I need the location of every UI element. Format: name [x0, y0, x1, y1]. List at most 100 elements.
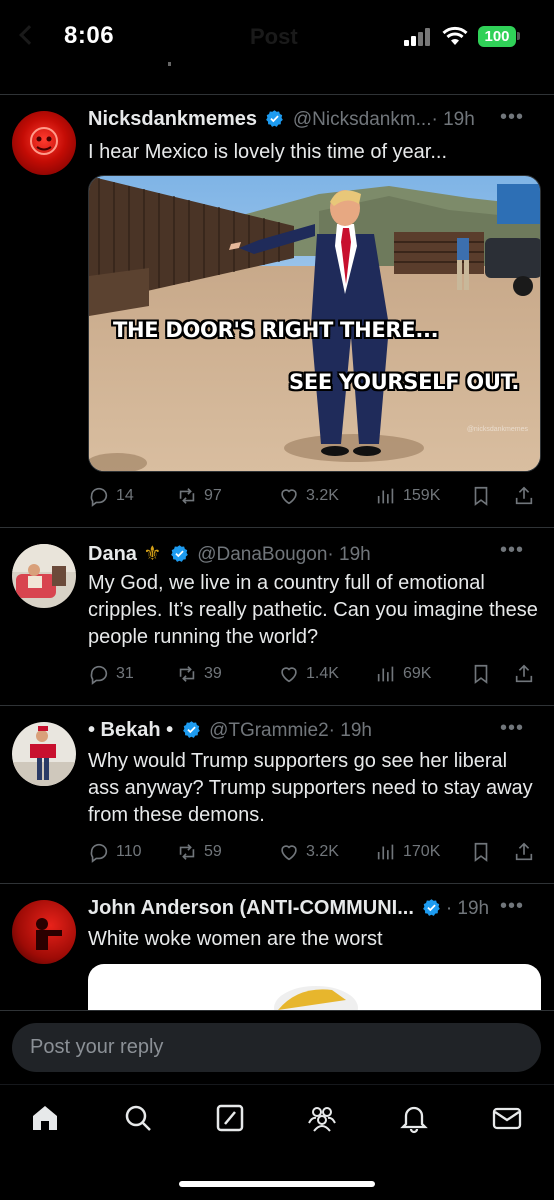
post-text: My God, we live in a country full of emo…	[88, 572, 538, 648]
handle[interactable]: @DanaBougon	[197, 544, 327, 565]
repost-button[interactable]: 59	[176, 839, 222, 865]
post-text: Why would Trump supporters go see her li…	[88, 750, 533, 826]
repost-button[interactable]: 97	[176, 483, 222, 509]
handle[interactable]: @TGrammie2	[209, 720, 329, 741]
like-button[interactable]: 1.4K	[278, 661, 339, 687]
like-count: 1.4K	[306, 665, 339, 682]
bookmark-icon	[474, 664, 488, 684]
post-actions: 31 39 1.4K 69K	[88, 661, 538, 687]
home-indicator[interactable]	[179, 1181, 375, 1187]
page-title: Post	[250, 24, 298, 49]
reply-icon	[90, 665, 108, 685]
back-arrow-icon[interactable]	[19, 25, 39, 45]
avatar[interactable]	[12, 111, 76, 175]
post-time: · 19h	[431, 109, 475, 130]
post-time: · 19h	[328, 720, 372, 741]
meme-caption-line1: THE DOOR'S RIGHT THERE...	[113, 318, 439, 342]
reply-icon	[90, 487, 108, 507]
heart-icon	[281, 845, 297, 861]
home-icon[interactable]	[28, 1101, 62, 1135]
repost-icon	[179, 844, 195, 860]
more-options-icon[interactable]: •••	[500, 718, 524, 738]
view-count: 170K	[403, 843, 441, 860]
share-button[interactable]	[513, 839, 535, 865]
grok-icon[interactable]	[213, 1101, 247, 1135]
post-image[interactable]: THE DOOR'S RIGHT THERE... SEE YOURSELF O…	[88, 175, 541, 472]
display-name[interactable]: Nicksdankmemes	[88, 108, 257, 130]
post-actions: 110 59 3.2K 170K	[88, 839, 538, 865]
reply-composer	[0, 1010, 554, 1084]
post-header: John Anderson (ANTI-COMMUNI... · 19h •••	[88, 896, 540, 925]
avatar[interactable]	[12, 722, 76, 786]
avatar[interactable]	[12, 544, 76, 608]
post-time: · 19h	[327, 544, 371, 565]
repost-count: 59	[204, 843, 222, 860]
more-options-icon[interactable]: •••	[500, 896, 524, 916]
more-options-icon[interactable]: •••	[500, 540, 524, 560]
repost-icon	[179, 666, 195, 682]
reply-count: 110	[116, 843, 142, 860]
views-icon	[377, 844, 394, 860]
share-button[interactable]	[513, 661, 535, 687]
reply-button[interactable]: 110	[88, 839, 142, 865]
like-count: 3.2K	[306, 487, 339, 504]
reply-button[interactable]: 31	[88, 661, 134, 687]
status-time: 8:06	[64, 22, 115, 49]
watermark: @nicksdankmemes	[466, 426, 528, 433]
like-button[interactable]: 3.2K	[278, 483, 339, 509]
views-icon	[377, 666, 394, 682]
bookmark-button[interactable]	[470, 661, 492, 687]
repost-button[interactable]: 39	[176, 661, 222, 687]
heart-icon	[281, 667, 297, 683]
post-bekah[interactable]: • Bekah • @TGrammie2· 19h ••• Why would …	[0, 706, 554, 884]
views-button[interactable]: 159K	[375, 483, 440, 509]
reply-count: 14	[116, 487, 134, 504]
cellular-signal-icon	[404, 28, 434, 46]
search-icon[interactable]	[121, 1101, 155, 1135]
view-count: 159K	[403, 487, 441, 504]
post-nicksdankmemes[interactable]: Nicksdankmemes @Nicksdankm...· 19h ••• I…	[0, 95, 554, 528]
bookmark-icon	[474, 842, 488, 862]
display-name[interactable]: Dana	[88, 543, 137, 565]
verified-badge-icon	[170, 545, 188, 562]
post-text: White woke women are the worst	[88, 928, 383, 950]
reply-input[interactable]	[12, 1023, 541, 1072]
like-count: 3.2K	[306, 843, 339, 860]
battery-indicator: 100	[478, 26, 516, 47]
status-bar: 8:06 Post 100	[0, 0, 554, 68]
heart-icon	[281, 489, 297, 505]
notifications-icon[interactable]	[397, 1101, 431, 1135]
avatar[interactable]	[12, 900, 76, 964]
reply-count: 31	[116, 665, 134, 682]
views-button[interactable]: 69K	[375, 661, 431, 687]
bookmark-button[interactable]	[470, 483, 492, 509]
post-header: Nicksdankmemes @Nicksdankm...· 19h •••	[88, 107, 540, 136]
share-icon	[515, 664, 533, 683]
repost-icon	[179, 488, 195, 504]
more-options-icon[interactable]: •••	[500, 107, 524, 127]
communities-icon[interactable]	[305, 1101, 339, 1135]
meme-caption-line2: SEE YOURSELF OUT.	[289, 370, 520, 394]
reply-icon	[90, 843, 108, 863]
post-actions: 14 97 3.2K 159K	[88, 483, 538, 509]
divider-stub	[168, 62, 171, 66]
battery-tip	[517, 32, 520, 40]
view-count: 69K	[403, 665, 432, 682]
verified-badge-icon	[423, 899, 441, 916]
post-dana[interactable]: Dana ⚜ @DanaBougon· 19h ••• My God, we l…	[0, 528, 554, 706]
display-name[interactable]: John Anderson (ANTI-COMMUNI...	[88, 897, 414, 919]
display-name[interactable]: • Bekah •	[88, 719, 173, 741]
reply-button[interactable]: 14	[88, 483, 134, 509]
views-button[interactable]: 170K	[375, 839, 440, 865]
handle[interactable]: @Nicksdankm...	[293, 109, 432, 130]
messages-icon[interactable]	[490, 1101, 524, 1135]
post-header: • Bekah • @TGrammie2· 19h •••	[88, 718, 540, 747]
share-button[interactable]	[513, 483, 535, 509]
views-icon	[377, 488, 394, 504]
bookmark-button[interactable]	[470, 839, 492, 865]
share-icon	[515, 842, 533, 861]
like-button[interactable]: 3.2K	[278, 839, 339, 865]
post-header: Dana ⚜ @DanaBougon· 19h •••	[88, 540, 540, 569]
post-text: I hear Mexico is lovely this time of yea…	[88, 141, 448, 163]
verified-badge-icon	[266, 110, 284, 127]
